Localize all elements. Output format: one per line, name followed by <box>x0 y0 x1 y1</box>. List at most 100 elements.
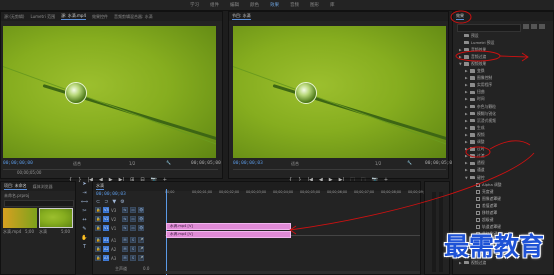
expand-closed-icon[interactable]: ▶ <box>459 48 462 52</box>
expand-closed-icon[interactable]: ▶ <box>465 119 468 123</box>
project-tab[interactable]: 项目: 未命名 <box>4 183 27 190</box>
add-marker-icon[interactable]: ▼ <box>112 199 116 205</box>
project-item[interactable]: 水滴 5;00 <box>39 208 73 238</box>
expand-closed-icon[interactable]: ▶ <box>465 133 468 137</box>
workspace-tab[interactable]: 音频 <box>290 2 299 8</box>
timeline-ruler[interactable]: 00;00 00;00;01;00 00;00;02;00 00;00;03;00 00… <box>165 190 428 198</box>
track-header[interactable]: 🔒 A1 A1 M S 🎤 <box>95 236 161 244</box>
track-select-tool-icon[interactable]: ⇥ <box>82 191 86 196</box>
effects-tree-item[interactable]: ▶ 杂色与颗粒 <box>465 104 496 109</box>
effects-tree-item[interactable]: ▶ 实用程序 <box>465 82 492 88</box>
hand-tool-icon[interactable]: ✋ <box>81 236 87 241</box>
project-item[interactable]: 水滴.mp4 5;00 <box>3 208 37 238</box>
expand-closed-icon[interactable]: ▶ <box>465 90 468 94</box>
track-lock-icon[interactable]: 🔒 <box>95 246 101 252</box>
toggle-output-icon[interactable]: ▭ <box>130 207 136 213</box>
effects-tree-item[interactable]: 移除遮罩 <box>471 210 497 216</box>
track-target-button[interactable]: A3 <box>103 255 109 261</box>
source-tab[interactable]: 音频剪辑混合器: 水滴 <box>114 14 153 20</box>
effects-tree-item[interactable]: Alpha 调整 <box>471 182 502 187</box>
type-tool-icon[interactable]: T <box>83 245 86 250</box>
effects-tree-item[interactable]: ▶ 过渡 <box>465 153 485 159</box>
source-tab[interactable]: Lumetri 范围 <box>30 14 55 20</box>
expand-closed-icon[interactable]: ▶ <box>465 105 468 109</box>
effects-tree-item[interactable]: 预设 <box>459 33 479 38</box>
workspace-tab[interactable]: 学习 <box>190 2 199 8</box>
tab-program[interactable]: 节目: 水滴 <box>232 13 251 20</box>
effects-tree-item[interactable]: 差值遮罩 <box>471 203 497 208</box>
tab-effects[interactable]: 效果 <box>456 13 464 20</box>
eye-icon[interactable]: 👁 <box>138 225 144 231</box>
snap-icon[interactable]: ⊂ <box>96 199 100 205</box>
track-header[interactable]: 🔒 A3 A3 M S 🎤 <box>95 254 161 262</box>
expand-closed-icon[interactable]: ▶ <box>465 76 468 80</box>
expand-closed-icon[interactable]: ▶ <box>465 168 468 172</box>
solo-button[interactable]: S <box>130 246 136 252</box>
source-fit-select[interactable]: 适合 <box>73 161 81 167</box>
microphone-icon[interactable]: 🎤 <box>138 255 144 261</box>
toggle-output-icon[interactable]: ▭ <box>130 225 136 231</box>
yuv-effects-icon[interactable] <box>539 24 545 29</box>
track-header[interactable]: 🔒 V1 V1 ⇆ ▭ 👁 <box>95 224 161 232</box>
track-target-button[interactable]: A2 <box>103 246 109 252</box>
source-tab[interactable]: 源:(无剪辑) <box>4 14 24 20</box>
effects-tree-item[interactable]: 亮度键 <box>471 189 493 194</box>
expand-closed-icon[interactable]: ▶ <box>459 55 462 59</box>
microphone-icon[interactable]: 🎤 <box>138 246 144 252</box>
track-header[interactable]: 🔒 V2 V2 ⇆ ▭ 👁 <box>95 215 161 223</box>
eye-icon[interactable]: 👁 <box>138 207 144 213</box>
effects-tree-item[interactable]: Lumetri 预设 <box>459 40 494 45</box>
microphone-icon[interactable]: 🎤 <box>138 237 144 243</box>
expand-closed-icon[interactable]: ▶ <box>465 154 468 158</box>
workspace-tab[interactable]: 效果 <box>270 2 279 8</box>
wrench-icon[interactable]: 🔧 <box>407 160 412 165</box>
timeline-clip[interactable]: 水滴.mp4 [V] <box>166 223 291 230</box>
source-timecode[interactable]: 00;00;00;00 <box>3 161 33 166</box>
sync-lock-icon[interactable]: ⇆ <box>122 216 128 222</box>
effects-tree-item[interactable]: 图像遮罩键 <box>471 196 501 201</box>
mute-button[interactable]: M <box>122 237 128 243</box>
track-target-button[interactable]: A1 <box>103 237 109 243</box>
solo-button[interactable]: S <box>130 237 136 243</box>
effects-tree-item[interactable]: 超级键 <box>471 217 493 223</box>
wrench-icon[interactable]: 🔧 <box>166 160 171 165</box>
expand-closed-icon[interactable]: ▶ <box>465 97 468 101</box>
project-tab[interactable]: 媒体浏览器 <box>33 184 53 190</box>
selection-tool-icon[interactable]: ➤ <box>82 182 86 187</box>
track-lock-icon[interactable]: 🔒 <box>95 207 101 213</box>
expand-closed-icon[interactable]: ▶ <box>465 147 468 151</box>
accelerated-effects-icon[interactable] <box>523 24 529 29</box>
track-lock-icon[interactable]: 🔒 <box>95 237 101 243</box>
expand-closed-icon[interactable]: ▶ <box>465 140 468 144</box>
effects-tree-item[interactable]: ▶ 模糊与锐化 <box>465 111 496 116</box>
program-fit-select[interactable]: 适合 <box>291 161 299 167</box>
track-target-button[interactable]: V2 <box>103 216 109 222</box>
effects-tree-item[interactable]: ▶ 扭曲 <box>465 89 485 95</box>
effects-tree-item[interactable]: ▶ 时间 <box>465 96 485 102</box>
effects-tree-item[interactable]: ▶ 生成 <box>465 125 485 130</box>
timeline-settings-icon[interactable]: ⚙ <box>120 199 124 205</box>
source-quality-select[interactable]: 1/2 <box>129 161 135 166</box>
expand-open-icon[interactable]: ▼ <box>459 62 462 66</box>
timeline-horizontal-scrollbar[interactable] <box>165 271 420 274</box>
program-scrub-bar[interactable] <box>233 169 446 170</box>
program-timecode[interactable]: 00;00;00;03 <box>233 161 263 166</box>
expand-closed-icon[interactable]: ▶ <box>465 161 468 165</box>
effects-search-field[interactable] <box>457 24 521 32</box>
expand-closed-icon[interactable]: ▶ <box>465 126 468 130</box>
workspace-tab[interactable]: 组件 <box>210 2 219 8</box>
program-quality-select[interactable]: 1/2 <box>375 161 381 166</box>
timeline-timecode[interactable]: 00;00;00;03 <box>96 192 126 197</box>
effects-tree-item[interactable]: ▼ 视频效果 <box>459 61 486 66</box>
effects-tree-item[interactable]: ▶ 透视 <box>465 160 485 166</box>
effects-tree-item[interactable]: ▶ 通道 <box>465 167 485 173</box>
workspace-tab[interactable]: 编辑 <box>230 2 239 8</box>
mute-button[interactable]: M <box>122 246 128 252</box>
effects-tree-item[interactable]: ▶ 音频过渡 <box>459 54 486 59</box>
expand-closed-icon[interactable]: ▶ <box>465 69 468 73</box>
ripple-edit-tool-icon[interactable]: ⟺ <box>81 200 88 205</box>
eye-icon[interactable]: 👁 <box>138 216 144 222</box>
source-tab[interactable]: 源: 水滴.mp4 <box>61 13 86 20</box>
effects-tree-item[interactable]: ▶ 音频效果 <box>459 47 486 52</box>
master-track-value[interactable]: 0.0 <box>143 266 149 271</box>
